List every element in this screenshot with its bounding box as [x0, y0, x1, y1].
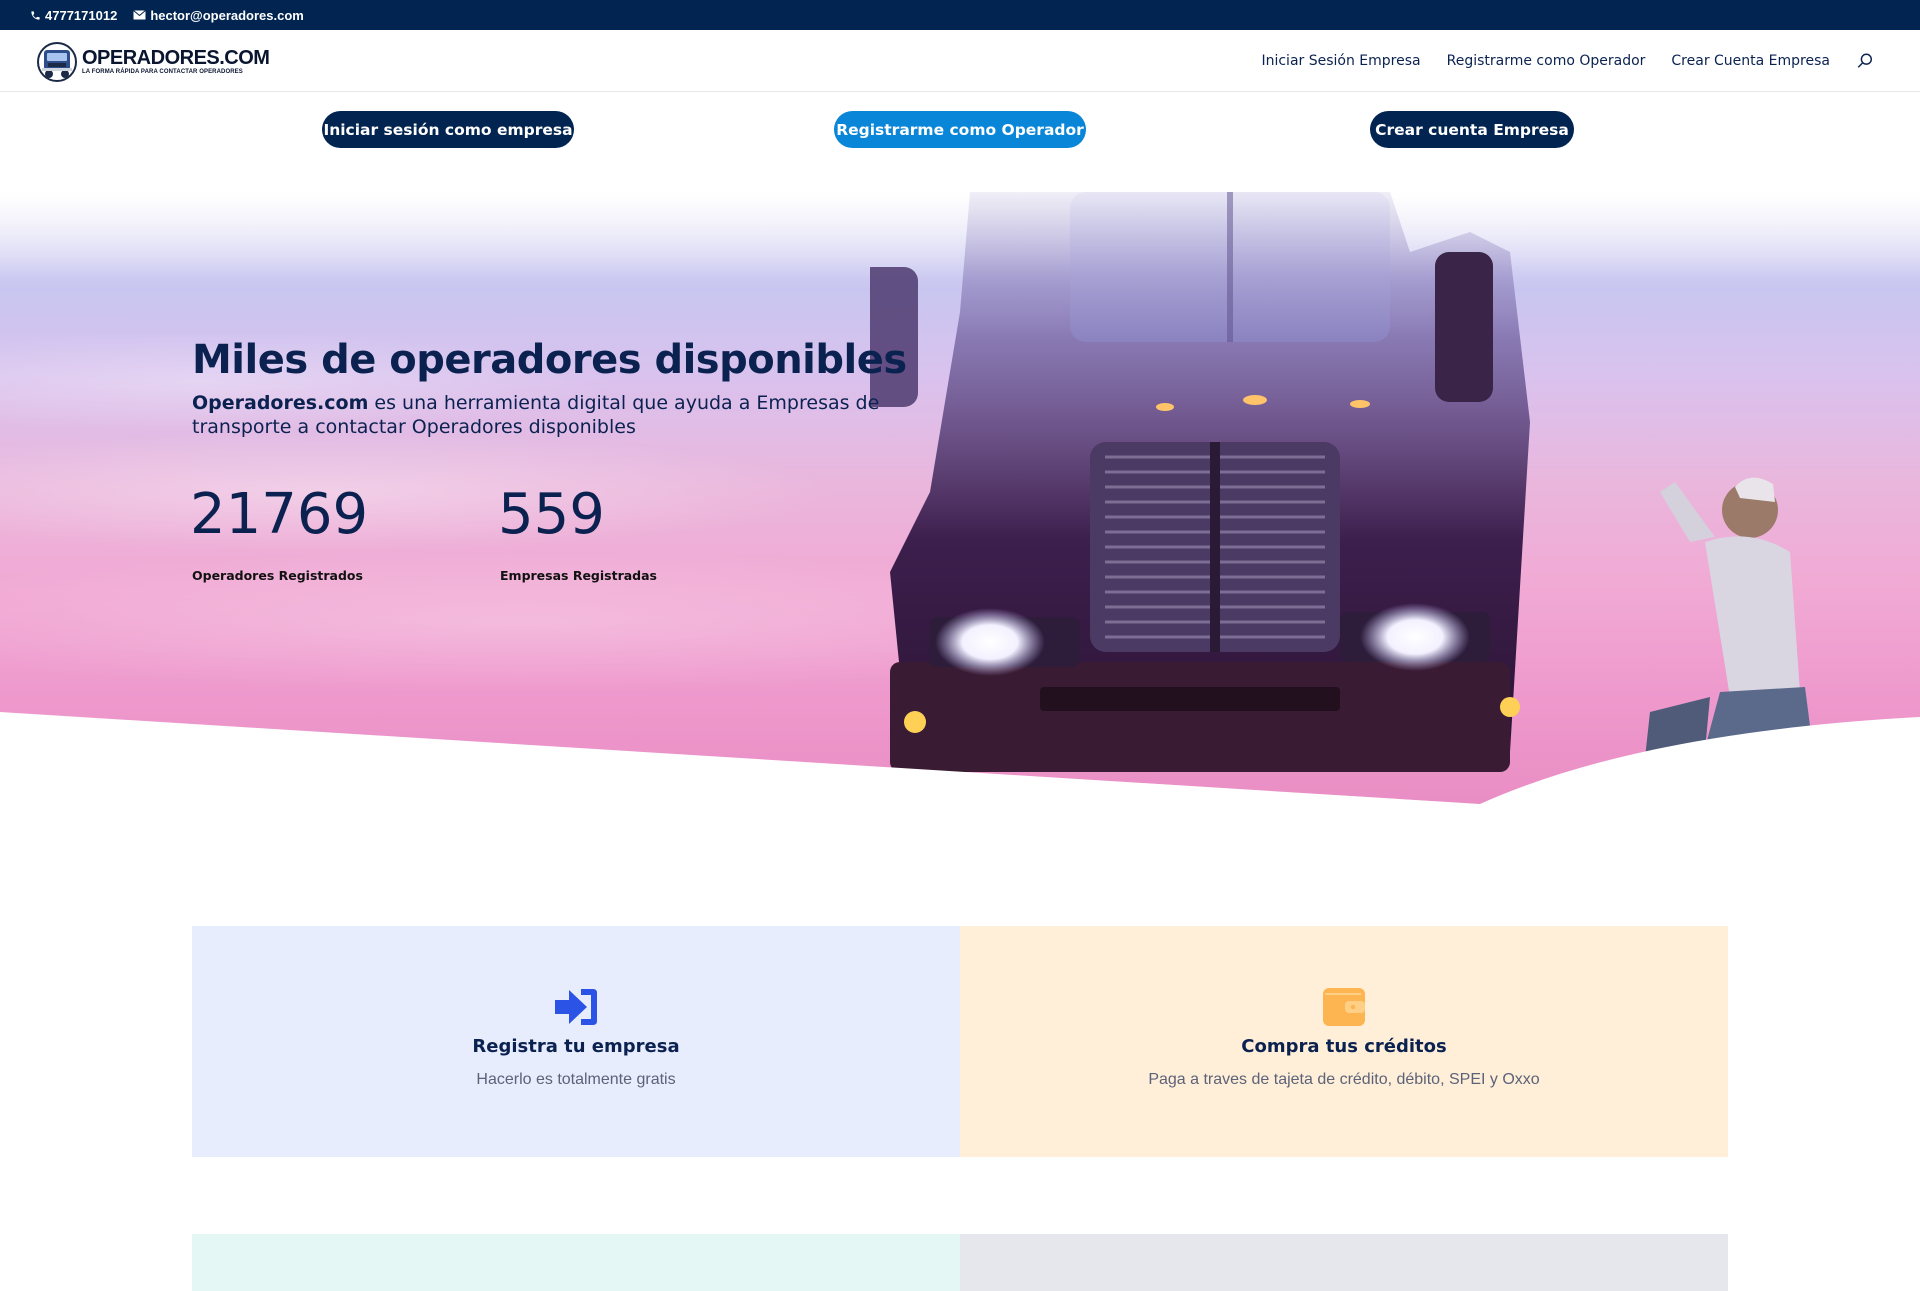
- main-nav: Iniciar Sesión Empresa Registrarme como …: [1261, 30, 1874, 92]
- stat-companies-label: Empresas Registradas: [500, 568, 657, 583]
- hero-description-brand: Operadores.com: [192, 392, 369, 414]
- stat-operators-value: 21769: [190, 482, 369, 547]
- feature-card-gray: [960, 1234, 1728, 1291]
- sign-in-icon: [555, 989, 597, 1025]
- nav-crear-cuenta-empresa[interactable]: Crear Cuenta Empresa: [1671, 53, 1830, 69]
- hero-section: Miles de operadores disponibles Operador…: [0, 192, 1920, 804]
- search-icon[interactable]: [1856, 52, 1874, 70]
- wallet-icon: [1323, 988, 1365, 1026]
- phone-text: 4777171012: [45, 7, 118, 23]
- nav-iniciar-sesion-empresa[interactable]: Iniciar Sesión Empresa: [1261, 53, 1420, 69]
- buy-credits-card: Compra tus créditos Paga a traves de taj…: [960, 926, 1728, 1157]
- top-contact-bar: 4777171012 hector@operadores.com: [0, 0, 1920, 30]
- buy-credits-title: Compra tus créditos: [1241, 1036, 1447, 1057]
- feature-card-teal: [192, 1234, 960, 1291]
- email-text: hector@operadores.com: [150, 7, 304, 23]
- login-company-button[interactable]: Iniciar sesión como empresa: [322, 111, 574, 148]
- envelope-icon: [133, 10, 147, 20]
- email-contact[interactable]: hector@operadores.com: [133, 8, 304, 23]
- register-operator-button[interactable]: Registrarme como Operador: [834, 111, 1086, 148]
- register-company-card: Registra tu empresa Hacerlo es totalment…: [192, 926, 960, 1157]
- nav-registrarme-operador[interactable]: Registrarme como Operador: [1447, 53, 1646, 69]
- stat-companies-value: 559: [498, 482, 605, 547]
- stat-operators-label: Operadores Registrados: [192, 568, 363, 583]
- site-logo[interactable]: OPERADORES.COM LA FORMA RÁPIDA PARA CONT…: [36, 36, 270, 86]
- register-company-text: Hacerlo es totalmente gratis: [476, 1071, 676, 1088]
- logo-subtitle: LA FORMA RÁPIDA PARA CONTACTAR OPERADORE…: [82, 69, 243, 75]
- truck-logo-icon: [37, 42, 77, 82]
- hero-title: Miles de operadores disponibles: [192, 337, 907, 383]
- logo-title: OPERADORES.COM: [82, 47, 270, 69]
- phone-icon: [31, 10, 40, 20]
- hero-description: Operadores.com es una herramienta digita…: [192, 391, 982, 439]
- site-header: OPERADORES.COM LA FORMA RÁPIDA PARA CONT…: [0, 30, 1920, 92]
- create-company-account-button[interactable]: Crear cuenta Empresa: [1370, 111, 1574, 148]
- phone-contact[interactable]: 4777171012: [30, 8, 117, 23]
- register-company-title: Registra tu empresa: [472, 1036, 680, 1057]
- buy-credits-text: Paga a traves de tajeta de crédito, débi…: [1148, 1071, 1540, 1088]
